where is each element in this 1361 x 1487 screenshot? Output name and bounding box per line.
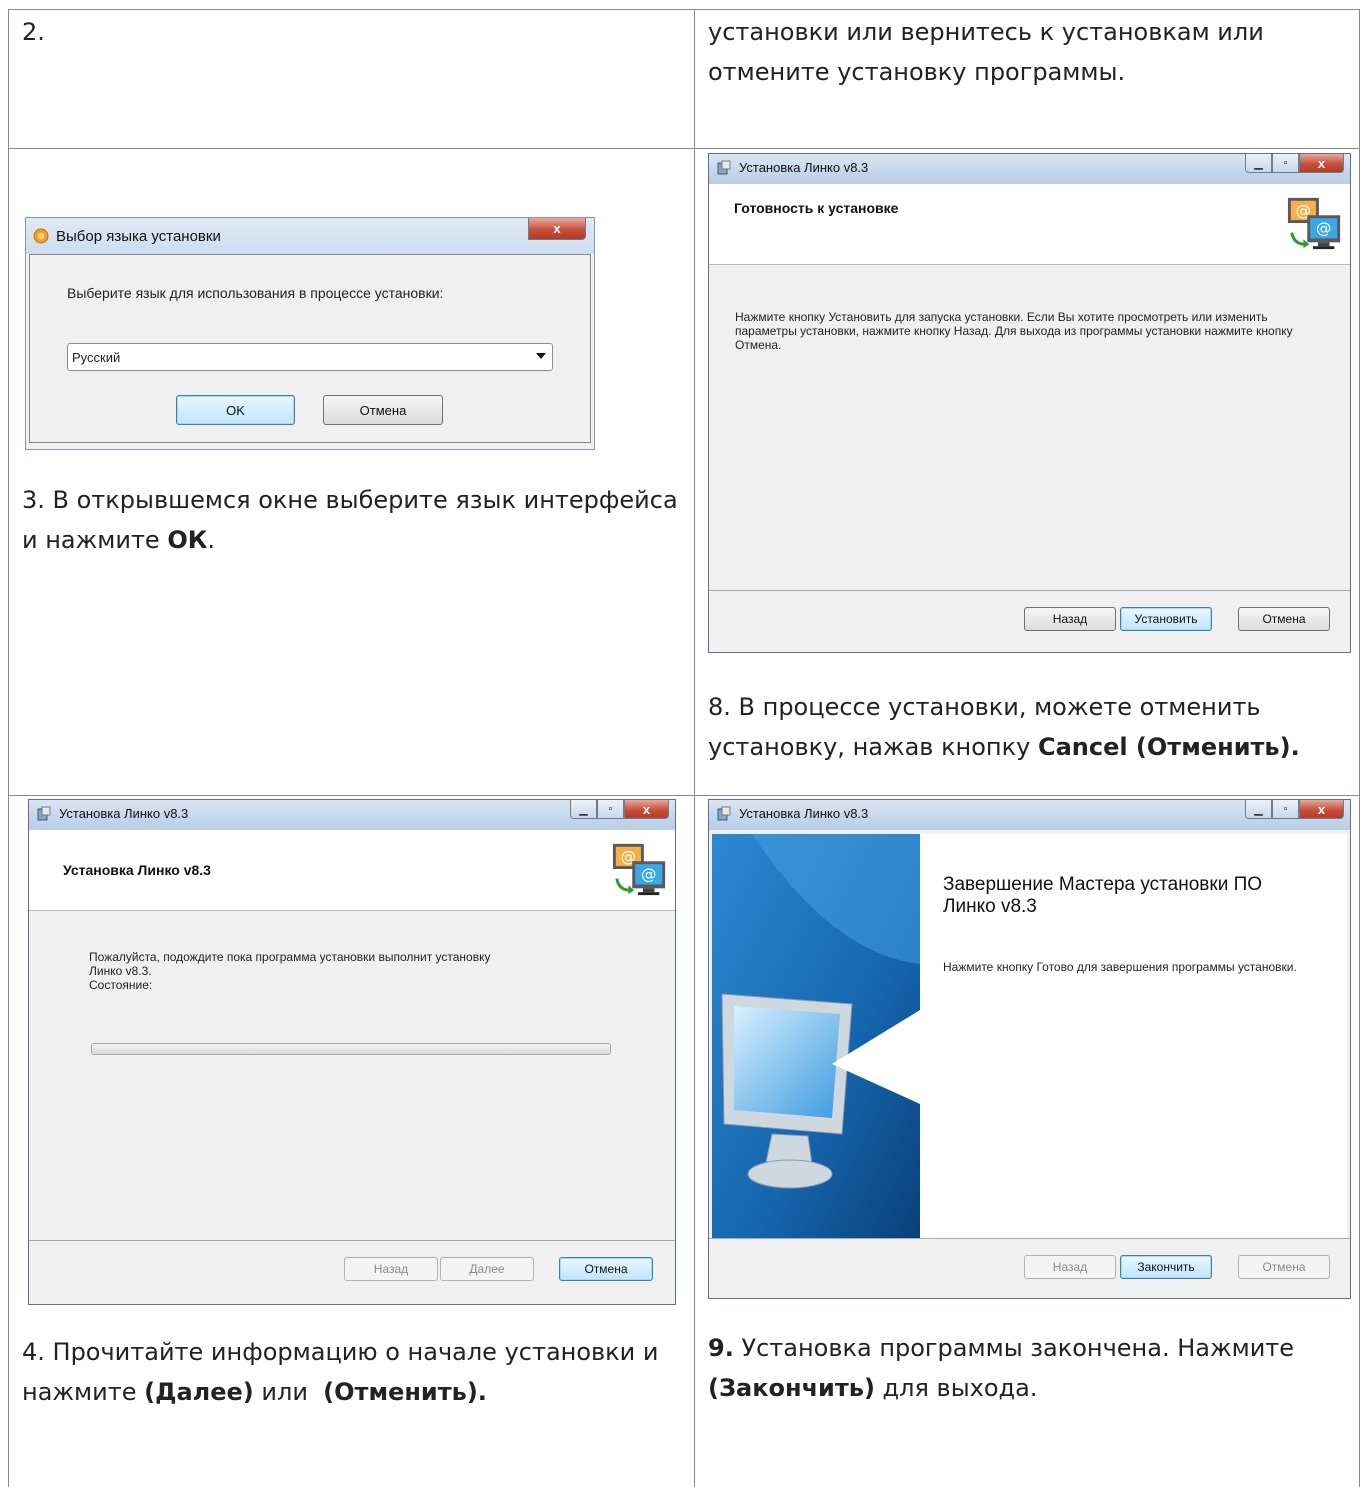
cancel-button[interactable]: Отмена	[1238, 1255, 1330, 1279]
back-button[interactable]: Назад	[1024, 607, 1116, 631]
step8-text: 8. В процессе установки, можете отменить…	[708, 687, 1328, 767]
minimize-icon[interactable]: ▁	[1245, 800, 1272, 819]
minimize-icon[interactable]: ▁	[570, 800, 597, 819]
cell-top-right-text: установки или вернитесь к установкам или…	[708, 18, 1264, 86]
progress-dialog-header-title: Установка Линко v8.3	[63, 862, 211, 878]
step4-text: 4. Прочитайте информацию о начале устано…	[22, 1332, 682, 1412]
minimize-icon[interactable]: ▁	[1245, 154, 1272, 173]
ready-dialog-header: Готовность к установке @ @	[709, 184, 1350, 265]
install-progress-bar	[91, 1043, 611, 1055]
step9-bold-finish: (Закончить)	[708, 1374, 875, 1402]
language-dialog-content: Выберите язык для использования в процес…	[29, 254, 591, 443]
maximize-icon[interactable]: ▫	[1272, 800, 1299, 819]
svg-text:@: @	[641, 866, 656, 884]
step3-text: 3. В открывшемся окне выберите язык инте…	[22, 480, 682, 560]
finish-button[interactable]: Закончить	[1120, 1255, 1212, 1279]
ready-dialog-title: Установка Линко v8.3	[739, 160, 869, 175]
close-icon[interactable]: x	[624, 800, 669, 819]
language-prompt: Выберите язык для использования в процес…	[67, 285, 444, 301]
close-icon[interactable]: x	[1299, 154, 1344, 173]
computers-email-icon: @ @	[612, 843, 666, 896]
setup-globe-icon	[33, 228, 49, 244]
step8-bold: Cancel (Отменить).	[1037, 733, 1300, 761]
step3-prefix: 3. В открывшемся окне выберите язык инте…	[22, 486, 678, 554]
ready-dialog-body: Нажмите кнопку Установить для запуска ус…	[735, 310, 1293, 352]
maximize-icon[interactable]: ▫	[1272, 154, 1299, 173]
cancel-button[interactable]: Отмена	[323, 395, 443, 425]
progress-body-line2: Линко v8.3.	[89, 964, 152, 978]
language-dialog: Выбор языка установки x Выберите язык дл…	[25, 217, 595, 450]
back-button[interactable]: Назад	[344, 1257, 438, 1281]
finish-heading-line2: Линко v8.3	[943, 896, 1037, 917]
finish-dialog-footer-divider	[709, 1238, 1350, 1239]
finish-body: Нажмите кнопку Готово для завершения про…	[943, 960, 1297, 974]
progress-body-line1: Пожалуйста, подождите пока программа уст…	[89, 950, 491, 964]
progress-dialog: Установка Линко v8.3 ▁ ▫ x Установка Лин…	[28, 799, 676, 1305]
svg-text:@: @	[1316, 220, 1331, 238]
back-button[interactable]: Назад	[1024, 1255, 1116, 1279]
step4-bold-cancel: (Отменить).	[323, 1378, 487, 1406]
cancel-button[interactable]: Отмена	[559, 1257, 653, 1281]
window-controls: ▁ ▫ x	[570, 800, 669, 820]
document-page: 2. установки или вернитесь к установкам …	[0, 0, 1361, 1487]
step4-bold-next: (Далее)	[144, 1378, 254, 1406]
installer-app-icon	[717, 160, 731, 175]
finish-content-area: Завершение Мастера установки ПО Линко v8…	[712, 834, 1347, 1238]
progress-dialog-body: Пожалуйста, подождите пока программа уст…	[89, 950, 649, 992]
step3-bold: ОК	[167, 526, 208, 554]
table-column-divider	[694, 9, 695, 1487]
finish-heading-line1: Завершение Мастера установки ПО	[943, 874, 1263, 895]
ok-button[interactable]: OK	[176, 395, 295, 425]
step4-middle: или	[253, 1378, 324, 1406]
step9-text1: Установка программы закончена. Нажмите	[733, 1334, 1295, 1362]
computers-email-icon: @ @	[1287, 197, 1341, 250]
window-controls: ▁ ▫ x	[1245, 154, 1344, 174]
progress-status-label: Состояние:	[89, 978, 153, 992]
close-icon[interactable]: x	[528, 218, 586, 240]
close-icon[interactable]: x	[1299, 800, 1344, 819]
ready-dialog-header-title: Готовность к установке	[734, 200, 899, 216]
language-select[interactable]: Русский	[67, 343, 553, 371]
monitor-arrow-illustration	[712, 834, 920, 1238]
progress-dialog-footer-divider	[29, 1240, 675, 1241]
cell-top-left-text: 2.	[22, 18, 45, 46]
step9-text2: для выхода.	[874, 1374, 1038, 1402]
installer-app-icon	[37, 806, 51, 821]
step9-number: 9.	[708, 1334, 734, 1362]
step3-suffix: .	[207, 526, 215, 554]
dropdown-arrow-icon	[536, 353, 546, 359]
cancel-button[interactable]: Отмена	[1238, 607, 1330, 631]
language-dialog-title: Выбор языка установки	[56, 228, 221, 245]
finish-dialog-titlebar: Установка Линко v8.3 ▁ ▫ x	[709, 800, 1350, 830]
table-border-right	[1359, 9, 1360, 1487]
finish-heading: Завершение Мастера установки ПО Линко v8…	[943, 874, 1262, 918]
next-button[interactable]: Далее	[440, 1257, 534, 1281]
installer-app-icon	[717, 806, 731, 821]
language-dialog-titlebar: Выбор языка установки x	[26, 218, 594, 254]
ready-dialog-titlebar: Установка Линко v8.3 ▁ ▫ x	[709, 154, 1350, 184]
progress-dialog-title: Установка Линко v8.3	[59, 806, 189, 821]
progress-dialog-header: Установка Линко v8.3 @ @	[29, 830, 675, 911]
language-select-value: Русский	[72, 349, 121, 365]
table-row-divider	[8, 148, 1360, 149]
maximize-icon[interactable]: ▫	[597, 800, 624, 819]
ready-dialog-footer-divider	[709, 590, 1350, 591]
install-button[interactable]: Установить	[1120, 607, 1212, 631]
table-row-divider	[8, 795, 1360, 796]
step9-text: 9. Установка программы закончена. Нажмит…	[708, 1328, 1328, 1408]
window-controls: ▁ ▫ x	[1245, 800, 1344, 820]
finish-dialog-title: Установка Линко v8.3	[739, 806, 869, 821]
finish-dialog: Установка Линко v8.3 ▁ ▫ x Завершение Ма…	[708, 799, 1351, 1299]
table-border-top	[8, 9, 1360, 10]
table-border-left	[8, 9, 9, 1487]
progress-dialog-titlebar: Установка Линко v8.3 ▁ ▫ x	[29, 800, 675, 830]
ready-dialog: Установка Линко v8.3 ▁ ▫ x Готовность к …	[708, 153, 1351, 653]
